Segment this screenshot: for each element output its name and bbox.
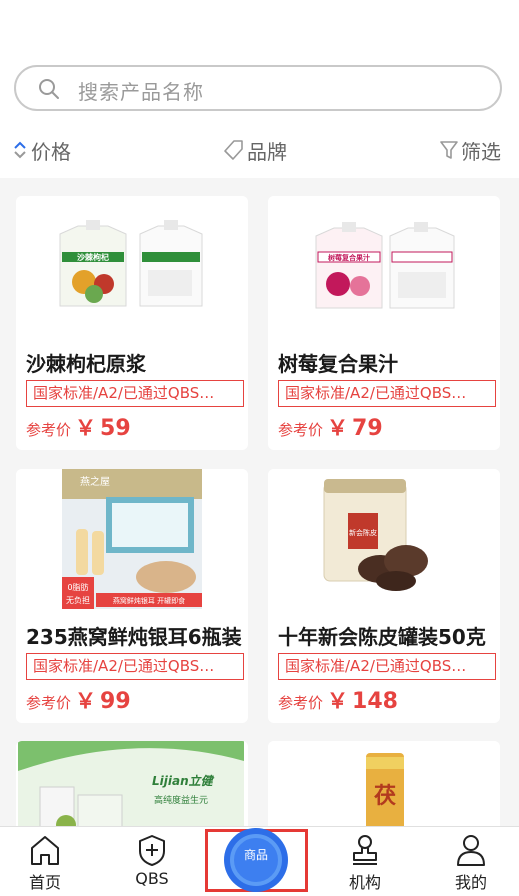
image-badge-bottom: 无负担	[66, 595, 90, 605]
home-icon	[31, 836, 59, 865]
image-label: 新会陈皮	[349, 528, 377, 537]
brand-filter-label: 品牌	[247, 139, 287, 164]
currency-symbol: ￥	[327, 416, 349, 440]
price-row: 参考价 ￥ 79	[278, 412, 383, 442]
product-tag: 国家标准/A2/已通过QBS…	[278, 653, 496, 680]
price-value: 59	[100, 416, 131, 441]
image-label: 沙棘枸杞	[77, 252, 109, 262]
nav-qbs[interactable]: QBS	[112, 827, 192, 896]
image-badge-top: 0脂肪	[67, 582, 88, 592]
nav-org[interactable]: 机构	[325, 827, 405, 896]
user-icon	[457, 835, 485, 866]
product-image: 树莓复合果汁	[268, 196, 500, 346]
nav-home[interactable]: 首页	[5, 827, 85, 896]
product-card[interactable]: 树莓复合果汁 树莓复合果汁 国家标准/A2/已通过QBS… 参考价 ￥ 79	[268, 196, 500, 450]
price-label: 参考价	[26, 694, 72, 712]
product-image: 沙棘枸杞	[16, 196, 248, 346]
filter-bar: 价格 品牌 筛选	[0, 130, 519, 170]
product-image: 燕之屋 0脂肪 无负担 燕窝鲜炖银耳 开罐即食	[16, 469, 248, 619]
price-row: 参考价 ￥ 99	[26, 685, 131, 715]
product-tag: 国家标准/A2/已通过QBS…	[26, 653, 244, 680]
image-brand: Lijian立健	[152, 774, 215, 788]
shield-plus-icon	[139, 835, 165, 866]
search-icon	[39, 79, 59, 99]
funnel-icon	[440, 141, 458, 159]
product-card[interactable]: Lijian立健 高纯度益生元	[16, 741, 248, 831]
product-title: 235燕窝鲜炖银耳6瓶装	[26, 625, 242, 649]
product-image: 茯	[268, 741, 500, 831]
image-label: 茯	[374, 784, 396, 809]
price-value: 79	[352, 416, 383, 441]
product-card[interactable]: 茯	[268, 741, 500, 831]
products-search-icon: 商品	[224, 828, 288, 892]
search-input[interactable]: 搜索产品名称	[78, 76, 204, 105]
price-label: 参考价	[26, 421, 72, 439]
product-tag: 国家标准/A2/已通过QBS…	[278, 380, 496, 407]
price-row: 参考价 ￥ 148	[278, 685, 398, 715]
product-title: 树莓复合果汁	[278, 352, 398, 376]
image-banner: 燕窝鲜炖银耳 开罐即食	[113, 596, 185, 605]
nav-products-label: 商品	[243, 848, 268, 862]
filter-label: 筛选	[461, 139, 501, 164]
product-tag: 国家标准/A2/已通过QBS…	[26, 380, 244, 407]
nav-mine[interactable]: 我的	[431, 827, 511, 896]
sort-price-label: 价格	[31, 139, 71, 164]
filter-button[interactable]: 筛选	[440, 136, 501, 164]
nav-products[interactable]: 商品	[205, 828, 308, 892]
product-title: 沙棘枸杞原浆	[26, 352, 146, 376]
nav-home-label: 首页	[28, 873, 61, 892]
brand-filter-button[interactable]: 品牌	[224, 136, 287, 164]
product-card[interactable]: 燕之屋 0脂肪 无负担 燕窝鲜炖银耳 开罐即食 235燕窝鲜炖银耳6瓶装 国家标…	[16, 469, 248, 723]
currency-symbol: ￥	[75, 689, 97, 713]
currency-symbol: ￥	[327, 689, 349, 713]
nav-org-label: 机构	[348, 873, 381, 892]
product-image: 新会陈皮	[268, 469, 500, 619]
sort-price-button[interactable]: 价格	[12, 136, 71, 164]
sort-arrows-icon	[14, 141, 26, 159]
product-card[interactable]: 新会陈皮 十年新会陈皮罐装50克 国家标准/A2/已通过QBS… 参考价 ￥ 1…	[268, 469, 500, 723]
search-bar[interactable]: 搜索产品名称	[14, 65, 502, 111]
nav-mine-label: 我的	[454, 873, 487, 892]
product-title: 十年新会陈皮罐装50克	[278, 625, 486, 649]
nav-qbs-label: QBS	[135, 869, 169, 888]
stamp-icon	[353, 835, 377, 865]
product-card[interactable]: 沙棘枸杞 沙棘枸杞原浆 国家标准/A2/已通过QBS… 参考价 ￥ 59	[16, 196, 248, 450]
page: 搜索产品名称 价格 品牌 筛选 沙棘枸杞 沙棘枸杞原浆 国家标准/A2/已通过Q…	[0, 0, 519, 896]
price-row: 参考价 ￥ 59	[26, 412, 131, 442]
image-label: 树莓复合果汁	[328, 253, 370, 262]
price-value: 99	[100, 689, 131, 714]
product-image: Lijian立健 高纯度益生元	[16, 741, 248, 831]
image-line: 高纯度益生元	[154, 794, 208, 806]
price-label: 参考价	[278, 421, 324, 439]
tag-icon	[224, 140, 243, 160]
header-area: 搜索产品名称 价格 品牌 筛选	[0, 0, 519, 178]
price-label: 参考价	[278, 694, 324, 712]
price-value: 148	[352, 689, 398, 714]
image-brand: 燕之屋	[80, 475, 110, 488]
currency-symbol: ￥	[75, 416, 97, 440]
